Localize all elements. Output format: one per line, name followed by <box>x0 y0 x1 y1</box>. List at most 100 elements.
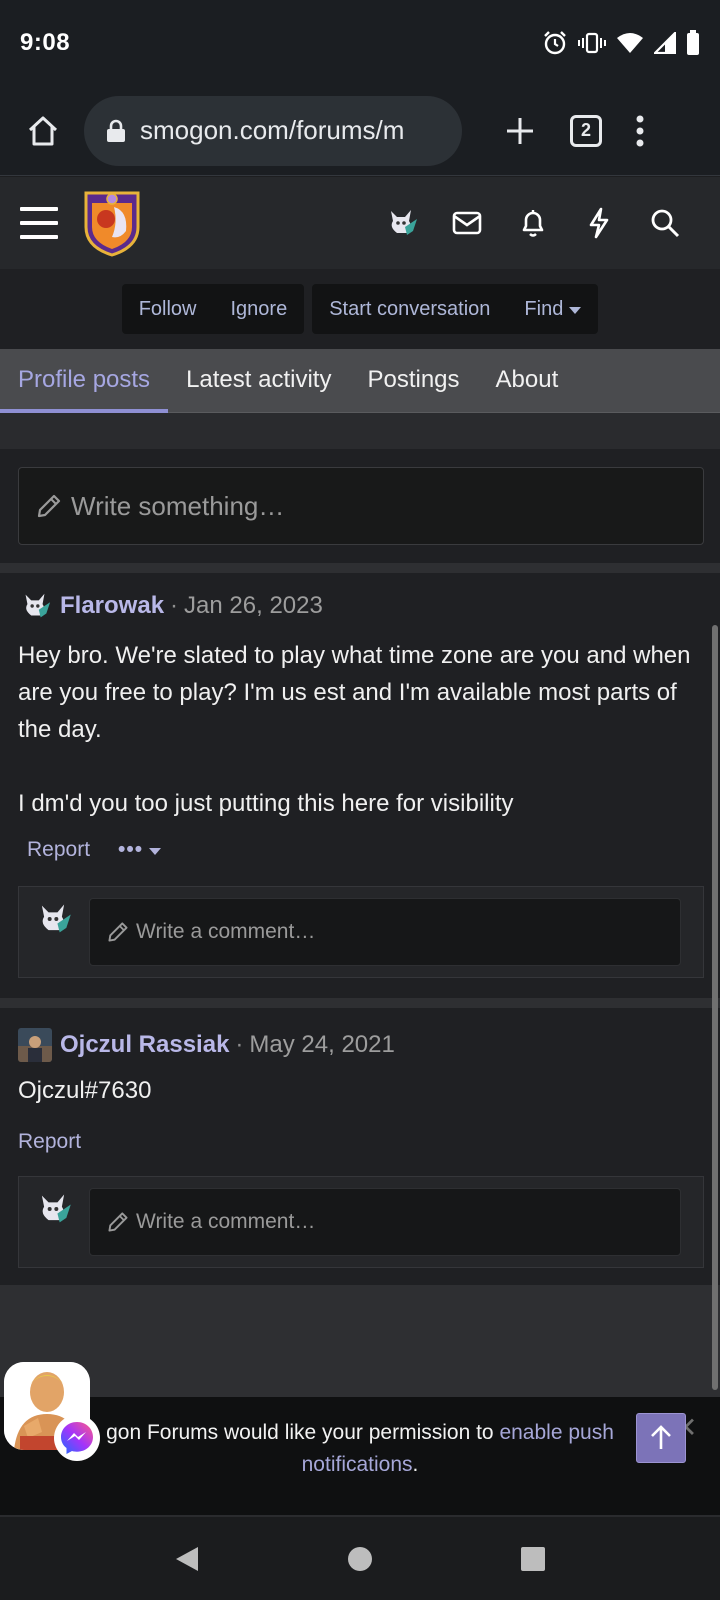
kebab-menu-icon <box>636 115 644 146</box>
comment-section: Write a comment… <box>18 886 704 978</box>
browser-toolbar: smogon.com/forums/m 2 <box>0 86 720 176</box>
alerts-button[interactable] <box>500 198 566 248</box>
post-author[interactable]: Flarowak <box>60 592 164 620</box>
push-notification-banner: gon Forums would like your permission to… <box>0 1397 720 1515</box>
report-link[interactable]: Report <box>27 838 90 862</box>
report-link[interactable]: Report <box>18 1130 81 1154</box>
bell-icon <box>522 210 544 237</box>
post-date[interactable]: Jan 26, 2023 <box>184 592 323 620</box>
compose-section: Write something… <box>0 449 720 563</box>
back-icon[interactable] <box>174 1545 200 1573</box>
browser-menu-button[interactable] <box>630 111 650 151</box>
tab-profile-posts[interactable]: Profile posts <box>0 348 169 413</box>
avatar <box>41 904 71 933</box>
url-text: smogon.com/forums/m <box>140 115 405 145</box>
messenger-icon <box>61 1422 93 1454</box>
wifi-icon <box>617 33 643 53</box>
search-button[interactable] <box>632 198 698 248</box>
follow-button[interactable]: Follow <box>122 284 214 334</box>
messenger-badge <box>54 1415 100 1461</box>
post-date[interactable]: May 24, 2021 <box>249 1031 394 1059</box>
push-message: gon Forums would like your permission to… <box>0 1417 720 1481</box>
start-conversation-button[interactable]: Start conversation <box>312 284 507 334</box>
follow-ignore-group: Follow Ignore <box>121 284 305 334</box>
profile-actions: Follow Ignore Start conversation Find <box>0 269 720 349</box>
mail-icon <box>452 211 482 235</box>
lightning-icon <box>589 207 609 239</box>
comment-placeholder: Write a comment… <box>136 920 316 943</box>
pencil-icon <box>108 922 128 942</box>
plus-icon <box>507 117 533 144</box>
system-nav-bar <box>0 1515 720 1600</box>
post-actions: Report <box>18 1130 81 1154</box>
post-author[interactable]: Ojczul Rassiak <box>60 1031 229 1059</box>
scroll-to-top-button[interactable] <box>636 1413 686 1463</box>
comment-section: Write a comment… <box>18 1176 704 1268</box>
push-text-end: . <box>412 1453 419 1476</box>
comment-placeholder: Write a comment… <box>136 1210 316 1233</box>
profile-post: Flarowak · Jan 26, 2023 Hey bro. We're s… <box>0 573 720 998</box>
more-options-button[interactable]: ••• <box>118 838 162 862</box>
separator-dot: · <box>170 592 179 619</box>
divider <box>0 563 720 573</box>
profile-post: Ojczul Rassiak · May 24, 2021 Ojczul#763… <box>0 1008 720 1285</box>
post-header: Ojczul Rassiak · May 24, 2021 <box>18 1028 395 1062</box>
avatar[interactable] <box>18 1028 52 1062</box>
site-logo[interactable] <box>82 189 142 257</box>
ellipsis-icon: ••• <box>118 838 144 861</box>
tab-latest-activity[interactable]: Latest activity <box>168 348 349 412</box>
battery-icon <box>687 30 699 55</box>
whats-new-button[interactable] <box>566 198 632 248</box>
clock: 9:08 <box>20 29 71 56</box>
status-bar: 9:08 <box>0 0 720 86</box>
caret-down-icon <box>149 847 162 855</box>
post-actions: Report ••• <box>27 838 162 862</box>
footer-band <box>0 1285 720 1397</box>
notifications-link[interactable]: notifications <box>302 1453 413 1476</box>
write-something-input[interactable]: Write something… <box>18 467 704 545</box>
profile-tabs: Profile posts Latest activity Postings A… <box>0 349 720 413</box>
signal-icon <box>654 32 676 54</box>
address-bar[interactable]: smogon.com/forums/m <box>84 95 462 166</box>
recents-icon[interactable] <box>520 1546 546 1572</box>
search-icon <box>651 209 680 238</box>
tab-postings[interactable]: Postings <box>349 348 477 412</box>
arrow-up-icon <box>651 1425 671 1449</box>
hamburger-menu-button[interactable] <box>20 207 58 239</box>
inbox-button[interactable] <box>434 198 500 248</box>
tab-switcher-button[interactable]: 2 <box>570 114 602 147</box>
vibrate-icon <box>578 32 606 54</box>
post-body: Ojczul#7630 <box>18 1077 152 1104</box>
find-label: Find <box>524 297 564 320</box>
home-circle-icon[interactable] <box>347 1546 373 1572</box>
divider <box>0 998 720 1008</box>
spacer-band <box>0 413 720 449</box>
caret-down-icon <box>569 306 582 314</box>
pencil-icon <box>108 1212 128 1232</box>
home-button[interactable] <box>22 110 64 152</box>
ignore-button[interactable]: Ignore <box>213 284 304 334</box>
find-dropdown-button[interactable]: Find <box>507 284 598 334</box>
home-icon <box>28 116 58 145</box>
avatar-icon <box>391 210 417 235</box>
site-header <box>0 177 720 269</box>
alarm-icon <box>544 31 566 55</box>
post-body: Hey bro. We're slated to play what time … <box>18 642 691 817</box>
conversation-find-group: Start conversation Find <box>312 284 599 334</box>
compose-placeholder: Write something… <box>71 490 285 521</box>
comment-input[interactable]: Write a comment… <box>89 1188 681 1256</box>
new-tab-button[interactable] <box>500 111 540 151</box>
avatar <box>41 1194 71 1223</box>
pencil-icon <box>37 494 61 518</box>
comment-input[interactable]: Write a comment… <box>89 898 681 966</box>
scrollbar[interactable] <box>712 625 718 1390</box>
push-text: gon Forums would like your permission to <box>106 1421 500 1444</box>
separator-dot: · <box>235 1031 244 1058</box>
tab-count: 2 <box>580 120 591 140</box>
lock-icon <box>107 119 125 142</box>
tab-about[interactable]: About <box>478 348 577 412</box>
enable-push-link[interactable]: enable push <box>499 1421 613 1444</box>
user-avatar-button[interactable] <box>368 198 434 248</box>
avatar[interactable] <box>18 589 52 623</box>
post-header: Flarowak · Jan 26, 2023 <box>18 589 323 623</box>
